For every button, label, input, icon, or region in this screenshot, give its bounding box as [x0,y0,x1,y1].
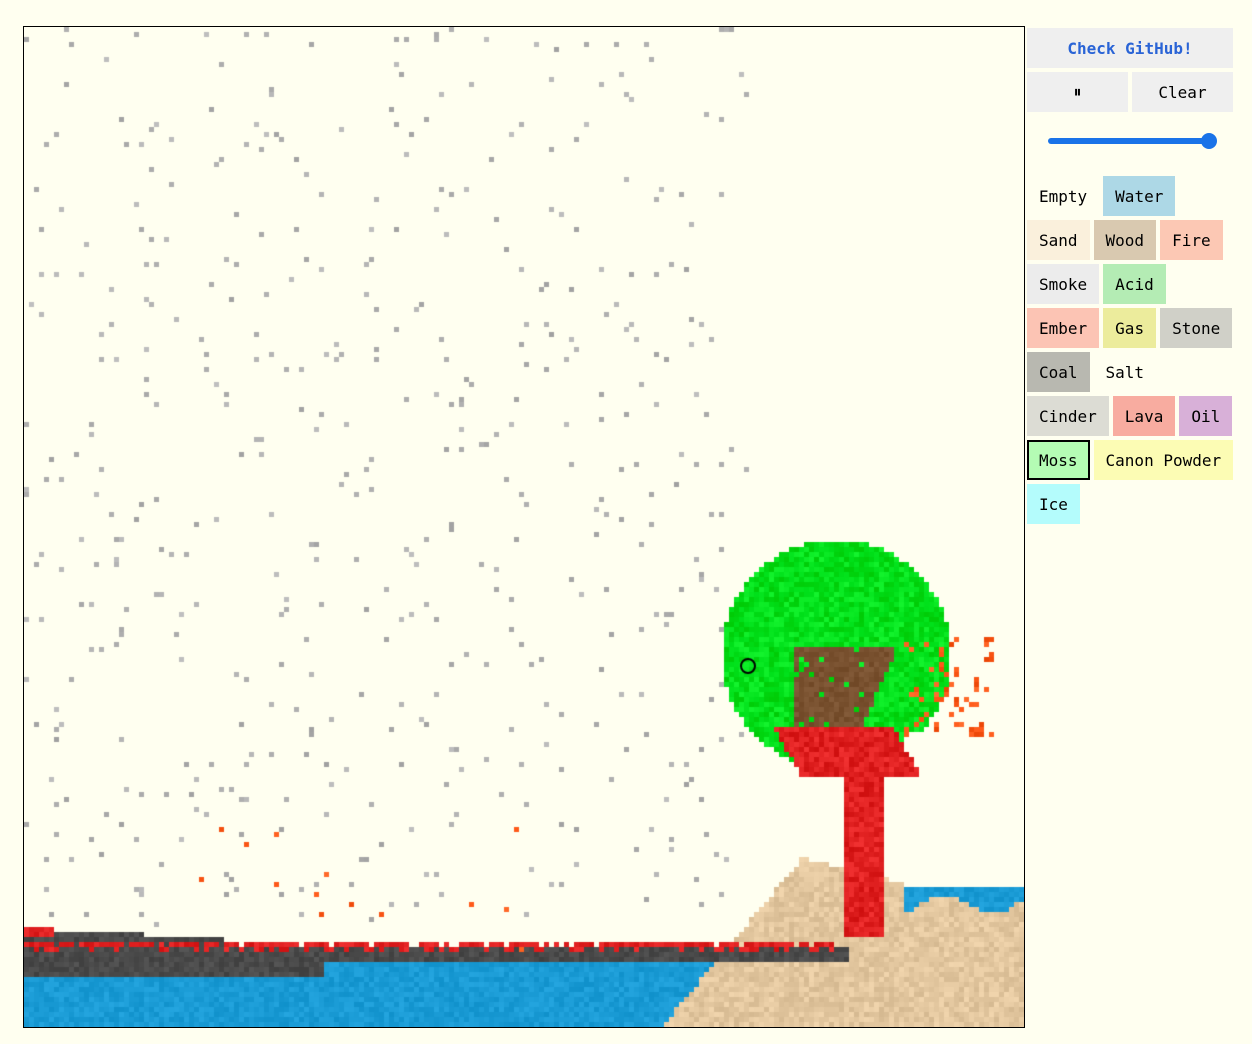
element-button-sand[interactable]: Sand [1027,220,1090,260]
github-button[interactable]: Check GitHub! [1027,28,1233,68]
playback-controls: ⏸ Clear [1027,72,1233,112]
element-button-ember[interactable]: Ember [1027,308,1100,348]
speed-slider-thumb[interactable] [1201,133,1217,149]
element-button-oil[interactable]: Oil [1179,396,1233,436]
element-button-gas[interactable]: Gas [1103,308,1157,348]
element-button-lava[interactable]: Lava [1112,396,1176,436]
element-button-fire[interactable]: Fire [1160,220,1223,260]
clear-button[interactable]: Clear [1132,72,1233,112]
element-button-cinder[interactable]: Cinder [1027,396,1109,436]
control-panel: Check GitHub! ⏸ Clear Empty Water Sand Wood… [1027,28,1234,524]
simulation-canvas[interactable] [24,27,1024,1027]
pause-icon: ⏸ [1073,82,1082,101]
speed-slider-track[interactable] [1048,138,1208,144]
element-button-acid[interactable]: Acid [1103,264,1166,304]
element-button-canon-powder[interactable]: Canon Powder [1093,440,1234,480]
element-palette: Empty Water Sand Wood Fire Smoke Acid Ember Gas S… [1027,176,1237,524]
element-button-empty[interactable]: Empty [1027,176,1100,216]
element-button-smoke[interactable]: Smoke [1027,264,1100,304]
simulation-canvas-frame[interactable] [23,26,1025,1028]
element-button-ice[interactable]: Ice [1027,484,1080,524]
pause-button[interactable]: ⏸ [1027,72,1128,112]
element-button-stone[interactable]: Stone [1160,308,1233,348]
element-button-water[interactable]: Water [1103,176,1176,216]
element-button-wood[interactable]: Wood [1093,220,1157,260]
speed-slider[interactable] [1027,118,1233,166]
element-button-salt[interactable]: Salt [1093,352,1157,392]
element-button-moss[interactable]: Moss [1027,440,1090,480]
element-button-coal[interactable]: Coal [1027,352,1090,392]
